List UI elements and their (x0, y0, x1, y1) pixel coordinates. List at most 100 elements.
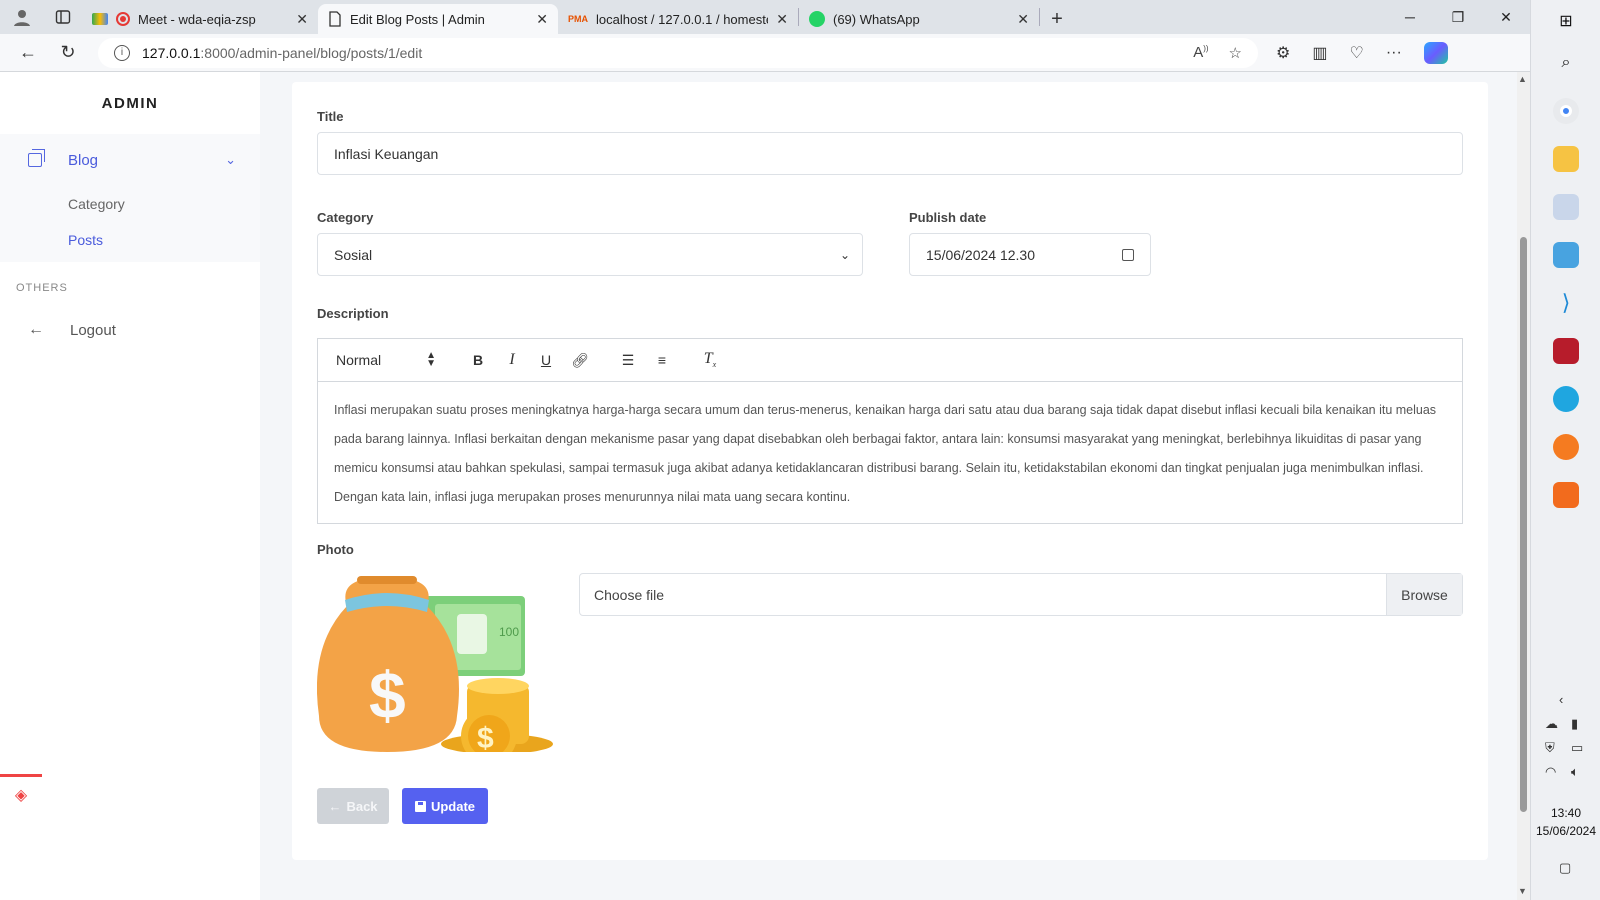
link-icon[interactable]: 🔗︎ (570, 352, 590, 369)
page-icon (329, 11, 341, 27)
description-label: Description (317, 306, 389, 321)
search-icon[interactable]: ⌕ (1553, 50, 1579, 76)
underline-icon[interactable]: U (536, 352, 556, 368)
sidebar-item-logout[interactable]: ← Logout (0, 312, 260, 348)
taskbar-time[interactable]: 13:40 (1531, 804, 1600, 822)
edge-icon[interactable] (1553, 386, 1579, 412)
chevron-down-icon: ⌄ (839, 247, 850, 262)
edit-post-card: Title Inflasi Keuangan Category Sosial ⌄… (292, 82, 1488, 860)
update-button[interactable]: Update (402, 788, 488, 824)
update-button-label: Update (430, 798, 476, 814)
volume-icon[interactable]: 🔈︎ (1571, 764, 1579, 780)
info-icon[interactable]: i (114, 44, 130, 61)
svg-text:$: $ (477, 722, 494, 752)
post-photo: 100 $ $ (317, 576, 553, 752)
publish-date-input[interactable]: 15/06/2024 12.30 (909, 233, 1151, 276)
section-header-others: OTHERS (16, 282, 68, 294)
tab-edit-blog-posts[interactable]: Edit Blog Posts | Admin ✕ (318, 4, 558, 34)
title-input[interactable]: Inflasi Keuangan (317, 132, 1463, 175)
tab-title: localhost / 127.0.0.1 / homestead (596, 11, 768, 27)
tab-whatsapp[interactable]: (69) WhatsApp ✕ (799, 4, 1039, 34)
laravel-debugbar-icon[interactable]: ◈ (0, 774, 42, 812)
clear-format-icon[interactable]: Tx (700, 350, 720, 369)
file-explorer-icon[interactable] (1553, 146, 1579, 172)
tab-actions-icon[interactable] (44, 0, 82, 34)
tab-title: (69) WhatsApp (833, 11, 920, 27)
new-tab-button[interactable]: + (1040, 4, 1074, 34)
wifi-icon[interactable]: ◠ (1545, 764, 1556, 780)
back-button-label: Back (346, 798, 378, 814)
microphone-icon[interactable]: ▮ (1571, 716, 1578, 732)
svg-text:$: $ (369, 658, 406, 732)
favorite-star-icon[interactable]: ☆ (1229, 44, 1242, 62)
firefox-icon[interactable] (1553, 434, 1579, 460)
read-aloud-icon[interactable]: A)) (1193, 44, 1208, 62)
chrome-icon[interactable] (1553, 98, 1579, 124)
description-editor: Normal ▲ ▼ B I U 🔗︎ ☰ ≡ Tx Inflasi merupa… (317, 338, 1463, 524)
profile-icon[interactable] (0, 0, 44, 34)
scrollbar-thumb[interactable] (1520, 237, 1527, 812)
svg-text:100: 100 (499, 625, 519, 639)
editor-toolbar: Normal ▲ ▼ B I U 🔗︎ ☰ ≡ Tx (318, 339, 1462, 382)
photo-file-input[interactable]: Choose file Browse (579, 573, 1463, 616)
split-screen-icon[interactable]: ▥ (1312, 43, 1327, 63)
xampp-icon[interactable] (1553, 482, 1579, 508)
ordered-list-icon[interactable]: ☰ (618, 352, 638, 369)
reload-icon[interactable]: ↻ (48, 34, 88, 72)
copilot-icon[interactable] (1423, 41, 1448, 64)
category-label: Category (317, 210, 374, 225)
back-arrow-icon[interactable]: ← (8, 34, 48, 72)
bullet-list-icon[interactable]: ≡ (652, 352, 672, 368)
notifications-icon[interactable]: ▢ (1559, 860, 1571, 876)
minimize-icon[interactable]: ─ (1386, 0, 1434, 34)
window-controls: ─ ❐ ✕ (1386, 0, 1530, 34)
url-path: :8000/admin-panel/blog/posts/1/edit (200, 44, 423, 61)
publish-date-label: Publish date (909, 210, 987, 225)
up-down-icon: ▲ ▼ (426, 350, 436, 369)
brand-title: ADMIN (101, 94, 159, 112)
back-button[interactable]: ← Back (317, 788, 389, 824)
scroll-down-arrow-icon[interactable]: ▼ (1518, 886, 1527, 896)
close-icon[interactable]: ✕ (536, 11, 548, 28)
arrow-left-icon: ← (28, 321, 44, 338)
close-window-icon[interactable]: ✕ (1482, 0, 1530, 34)
scroll-up-arrow-icon[interactable]: ▲ (1518, 74, 1527, 84)
close-icon[interactable]: ✕ (296, 11, 308, 28)
tab-phpmyadmin[interactable]: PMA localhost / 127.0.0.1 / homestead ✕ (558, 4, 798, 34)
whatsapp-icon (809, 11, 825, 27)
mendeley-icon[interactable] (1553, 338, 1579, 364)
network-icon[interactable] (1553, 194, 1579, 220)
browse-button[interactable]: Browse (1386, 574, 1462, 615)
close-icon[interactable]: ✕ (1017, 11, 1029, 28)
page-scrollbar[interactable]: ▲ ▼ (1517, 72, 1530, 900)
chevron-left-icon[interactable]: ‹ (1559, 692, 1563, 707)
windows-start-icon[interactable]: ⊞ (1553, 8, 1579, 34)
extensions-icon[interactable]: ⚙ (1276, 43, 1290, 63)
control-panel-icon[interactable] (1553, 242, 1579, 268)
editor-content[interactable]: Inflasi merupakan suatu proses meningkat… (318, 382, 1462, 526)
onedrive-icon[interactable]: ☁ (1545, 716, 1558, 732)
vscode-icon[interactable]: ⟩ (1553, 290, 1579, 316)
browser-essentials-icon[interactable]: ♡ (1349, 43, 1363, 63)
bold-icon[interactable]: B (468, 352, 488, 368)
tab-title: Meet - wda-eqia-zsp (138, 11, 256, 27)
calendar-icon[interactable] (1122, 248, 1134, 261)
publish-date-value: 15/06/2024 12.30 (926, 246, 1035, 263)
format-select[interactable]: Normal ▲ ▼ (336, 350, 436, 369)
sidebar-item-category[interactable]: Category (0, 186, 260, 222)
sidebar-item-blog[interactable]: Blog ⌄ (0, 134, 260, 186)
more-menu-icon[interactable]: ··· (1386, 44, 1402, 62)
close-icon[interactable]: ✕ (776, 11, 788, 28)
restore-icon[interactable]: ❐ (1434, 0, 1482, 34)
recording-icon (116, 12, 130, 26)
url-field[interactable]: i 127.0.0.1:8000/admin-panel/blog/posts/… (98, 37, 1258, 68)
tab-meet[interactable]: Meet - wda-eqia-zsp ✕ (82, 4, 318, 34)
taskbar-date[interactable]: 15/06/2024 (1531, 822, 1600, 840)
italic-icon[interactable]: I (502, 351, 522, 369)
security-shield-icon[interactable]: ⛨ (1545, 740, 1555, 756)
windows-taskbar: ⊞ ⌕ ⟩ ‹ ☁ ▮ ⛨ ▭ ◠ 🔈︎ 13:40 15/06/2024 ▢ (1530, 0, 1600, 900)
battery-icon[interactable]: ▭ (1571, 740, 1583, 756)
url-host: 127.0.0.1 (142, 44, 201, 61)
category-select[interactable]: Sosial ⌄ (317, 233, 863, 276)
sidebar-item-posts[interactable]: Posts (0, 222, 260, 258)
